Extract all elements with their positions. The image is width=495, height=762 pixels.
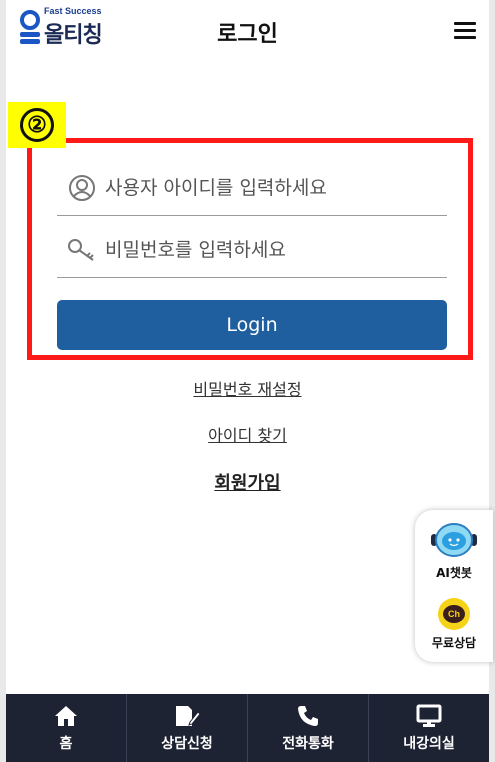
user-id-field[interactable] bbox=[57, 160, 447, 216]
kakao-ch-text: Ch bbox=[443, 605, 465, 623]
find-id-link[interactable]: 아이디 찾기 bbox=[6, 422, 489, 446]
nav-item-my-classroom[interactable]: 내강의실 bbox=[369, 694, 489, 762]
nav-item-consult-request[interactable]: 상담신청 bbox=[127, 694, 248, 762]
user-id-input[interactable] bbox=[105, 176, 435, 199]
password-input[interactable] bbox=[105, 238, 435, 261]
user-icon bbox=[65, 171, 99, 205]
password-field[interactable] bbox=[57, 222, 447, 278]
floating-widget: AI챗봇 Ch 무료상담 bbox=[415, 510, 493, 662]
step-badge: ② bbox=[8, 102, 66, 148]
document-edit-icon bbox=[174, 703, 200, 729]
sign-up-link[interactable]: 회원가입 bbox=[6, 469, 489, 495]
nav-item-phone-call[interactable]: 전화통화 bbox=[248, 694, 369, 762]
page-title: 로그인 bbox=[217, 21, 278, 46]
monitor-icon bbox=[416, 703, 442, 729]
step-number: ② bbox=[20, 108, 54, 142]
bottom-nav: 홈 상담신청 전화통화 내강의실 bbox=[6, 694, 489, 762]
nav-item-home[interactable]: 홈 bbox=[6, 694, 127, 762]
login-button[interactable]: Login bbox=[57, 300, 447, 350]
nav-label-consult-request: 상담신청 bbox=[161, 736, 213, 752]
ai-chatbot-icon[interactable] bbox=[431, 522, 477, 558]
menu-icon[interactable] bbox=[454, 22, 476, 40]
reset-password-link[interactable]: 비밀번호 재설정 bbox=[6, 376, 489, 400]
home-icon bbox=[54, 703, 78, 729]
nav-label-home: 홈 bbox=[59, 736, 73, 752]
free-consult-label[interactable]: 무료상담 bbox=[415, 634, 493, 651]
kakao-channel-icon[interactable]: Ch bbox=[438, 598, 470, 630]
page-frame: Fast Success 올티칭 로그인 ② Lo bbox=[6, 0, 493, 762]
logo-tagline: Fast Success bbox=[44, 6, 102, 16]
phone-icon bbox=[296, 703, 320, 729]
header: Fast Success 올티칭 로그인 bbox=[6, 0, 489, 62]
key-icon bbox=[65, 233, 99, 267]
nav-label-phone-call: 전화통화 bbox=[282, 736, 334, 752]
nav-label-my-classroom: 내강의실 bbox=[403, 736, 455, 752]
ai-chatbot-label[interactable]: AI챗봇 bbox=[415, 564, 493, 581]
